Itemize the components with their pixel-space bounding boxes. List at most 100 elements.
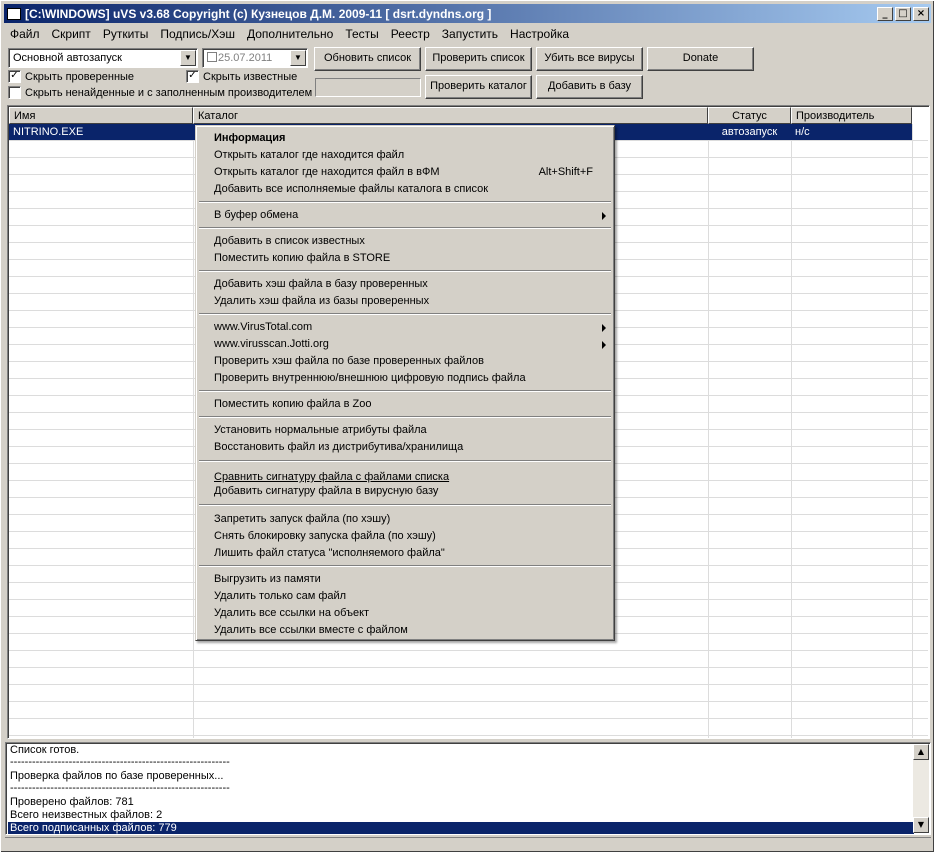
menu-item-add-folder-executables[interactable]: Добавить все исполняемые файлы каталога …: [199, 181, 611, 198]
close-button[interactable]: ×: [913, 6, 929, 21]
menu-item-label: Добавить хэш файла в базу проверенных: [214, 278, 428, 290]
check-list-button[interactable]: Проверить список: [425, 47, 532, 71]
grid-col-separator: [193, 124, 194, 738]
main-window: [C:\WINDOWS] uVS v3.68 Copyright (c) Куз…: [0, 0, 935, 853]
menu-item-label: Запретить запуск файла (по хэшу): [214, 513, 391, 525]
submenu-arrow-icon: [602, 212, 606, 220]
grid-col-separator: [912, 124, 913, 738]
menu-item-remove-hash[interactable]: Удалить хэш файла из базы проверенных: [199, 293, 611, 310]
hide-checked-label: Скрыть проверенные: [25, 70, 135, 83]
hide-checked-checkbox[interactable]: ✓: [8, 70, 21, 83]
grid-header: Имя Каталог Статус Производитель: [9, 107, 912, 124]
menu-separator: [199, 227, 611, 229]
date-picker[interactable]: 25.07.2011 ▼: [202, 48, 308, 68]
title-bar[interactable]: [C:\WINDOWS] uVS v3.68 Copyright (c) Куз…: [4, 4, 931, 23]
menu-item-clipboard[interactable]: В буфер обмена: [199, 207, 611, 224]
row-name-cell: NITRINO.EXE: [13, 126, 84, 138]
menu-item-label: В буфер обмена: [214, 209, 299, 221]
menu-item-block-run[interactable]: Запретить запуск файла (по хэшу): [199, 511, 611, 528]
menu-item-info[interactable]: Информация: [199, 130, 611, 147]
menu-separator: [199, 504, 611, 506]
donate-button[interactable]: Donate: [647, 47, 754, 71]
submenu-arrow-icon: [602, 341, 606, 349]
menu-item-copy-to-zoo[interactable]: Поместить копию файла в Zoo: [199, 396, 611, 413]
shortcut-label: Alt+Shift+F: [538, 166, 593, 178]
date-checkbox[interactable]: [207, 52, 217, 62]
grid-col-separator: [708, 124, 709, 738]
menu-signature-hash[interactable]: Подпись/Хэш: [154, 25, 241, 43]
log-line: Проверено файлов: 781: [10, 796, 134, 808]
menu-item-remove-exec-status[interactable]: Лишить файл статуса "исполняемого файла": [199, 545, 611, 562]
column-header-folder[interactable]: Каталог: [193, 107, 708, 124]
menu-item-label: Удалить хэш файла из базы проверенных: [214, 295, 430, 307]
column-header-status[interactable]: Статус: [708, 107, 791, 124]
menu-item-unload[interactable]: Выгрузить из памяти: [199, 571, 611, 588]
menu-run[interactable]: Запустить: [436, 25, 504, 43]
check-folder-button[interactable]: Проверить каталог: [425, 75, 532, 99]
menu-separator: [199, 201, 611, 203]
status-bar: [5, 837, 931, 851]
menu-item-add-known[interactable]: Добавить в список известных: [199, 233, 611, 250]
maximize-button[interactable]: □: [895, 6, 911, 21]
row-status-cell: автозапуск: [721, 126, 778, 138]
context-menu: Информация Открыть каталог где находится…: [195, 125, 615, 641]
menu-item-label: Выгрузить из памяти: [214, 573, 321, 585]
app-icon: [7, 7, 21, 20]
menu-separator: [199, 270, 611, 272]
menu-file[interactable]: Файл: [4, 25, 46, 43]
menu-additional[interactable]: Дополнительно: [241, 25, 339, 43]
menu-item-label: Добавить все исполняемые файлы каталога …: [214, 183, 489, 195]
menu-item-label: Удалить все ссылки вместе с файлом: [214, 624, 408, 636]
menu-registry[interactable]: Реестр: [385, 25, 436, 43]
menu-separator: [199, 460, 611, 462]
menu-item-open-folder-vfm[interactable]: Открыть каталог где находится файл в вФМ…: [199, 164, 611, 181]
hide-known-checkbox[interactable]: ✓: [186, 70, 199, 83]
column-header-name[interactable]: Имя: [9, 107, 193, 124]
menu-item-label: Восстановить файл из дистрибутива/хранил…: [214, 441, 464, 453]
refresh-list-button[interactable]: Обновить список: [314, 47, 421, 71]
menu-item-set-attributes[interactable]: Установить нормальные атрибуты файла: [199, 422, 611, 439]
menu-separator: [199, 565, 611, 567]
menu-item-check-signature[interactable]: Проверить внутреннюю/внешнюю цифровую по…: [199, 370, 611, 387]
log-scrollbar[interactable]: ▲ ▼: [913, 744, 929, 833]
menu-item-virustotal[interactable]: www.VirusTotal.com: [199, 319, 611, 336]
hide-checked-option[interactable]: ✓ Скрыть проверенные: [8, 70, 134, 83]
menu-item-delete-references[interactable]: Удалить все ссылки на объект: [199, 605, 611, 622]
window-title: [C:\WINDOWS] uVS v3.68 Copyright (c) Куз…: [25, 6, 492, 21]
hide-known-option[interactable]: ✓ Скрыть известные: [186, 70, 297, 83]
menu-settings[interactable]: Настройка: [504, 25, 575, 43]
menu-item-label: Сравнить сигнатуру файла с файлами списк…: [214, 471, 450, 483]
menu-item-check-hash[interactable]: Проверить хэш файла по базе проверенных …: [199, 353, 611, 370]
date-value: 25.07.2011: [218, 52, 273, 64]
menu-bar: Файл Скрипт Руткиты Подпись/Хэш Дополнит…: [4, 25, 575, 43]
menu-item-delete-file-only[interactable]: Удалить только сам файл: [199, 588, 611, 605]
menu-item-delete-references-and-file[interactable]: Удалить все ссылки вместе с файлом: [199, 622, 611, 639]
kill-all-viruses-button[interactable]: Убить все вирусы: [536, 47, 643, 71]
minimize-button[interactable]: _: [877, 6, 893, 21]
menu-item-add-hash[interactable]: Добавить хэш файла в базу проверенных: [199, 276, 611, 293]
hide-not-found-checkbox[interactable]: [8, 86, 21, 99]
scroll-up-icon[interactable]: ▲: [913, 744, 929, 760]
menu-item-add-signature[interactable]: Добавить сигнатуру файла в вирусную базу: [199, 483, 611, 500]
menu-tests[interactable]: Тесты: [339, 25, 384, 43]
menu-item-restore-file[interactable]: Восстановить файл из дистрибутива/хранил…: [199, 439, 611, 456]
add-to-database-button[interactable]: Добавить в базу: [536, 75, 643, 99]
menu-item-copy-to-store[interactable]: Поместить копию файла в STORE: [199, 250, 611, 267]
column-header-vendor[interactable]: Производитель: [791, 107, 912, 124]
chevron-down-icon[interactable]: ▼: [180, 50, 196, 66]
mode-select[interactable]: Основной автозапуск ▼: [8, 48, 198, 68]
menu-rootkits[interactable]: Руткиты: [97, 25, 155, 43]
log-panel[interactable]: Список готов. --------------------------…: [5, 742, 931, 835]
hide-not-found-option[interactable]: Скрыть ненайденные и с заполненным произ…: [8, 86, 312, 99]
scroll-down-icon[interactable]: ▼: [913, 817, 929, 833]
menu-item-unblock-run[interactable]: Снять блокировку запуска файла (по хэшу): [199, 528, 611, 545]
menu-item-open-folder[interactable]: Открыть каталог где находится файл: [199, 147, 611, 164]
submenu-arrow-icon: [602, 324, 606, 332]
menu-item-label: Добавить сигнатуру файла в вирусную базу: [214, 485, 439, 497]
log-line: ----------------------------------------…: [10, 782, 230, 794]
calendar-dropdown-icon[interactable]: ▼: [290, 50, 306, 66]
menu-separator: [199, 390, 611, 392]
menu-script[interactable]: Скрипт: [46, 25, 97, 43]
mode-select-value: Основной автозапуск: [13, 52, 122, 64]
menu-item-jotti[interactable]: www.virusscan.Jotti.org: [199, 336, 611, 353]
